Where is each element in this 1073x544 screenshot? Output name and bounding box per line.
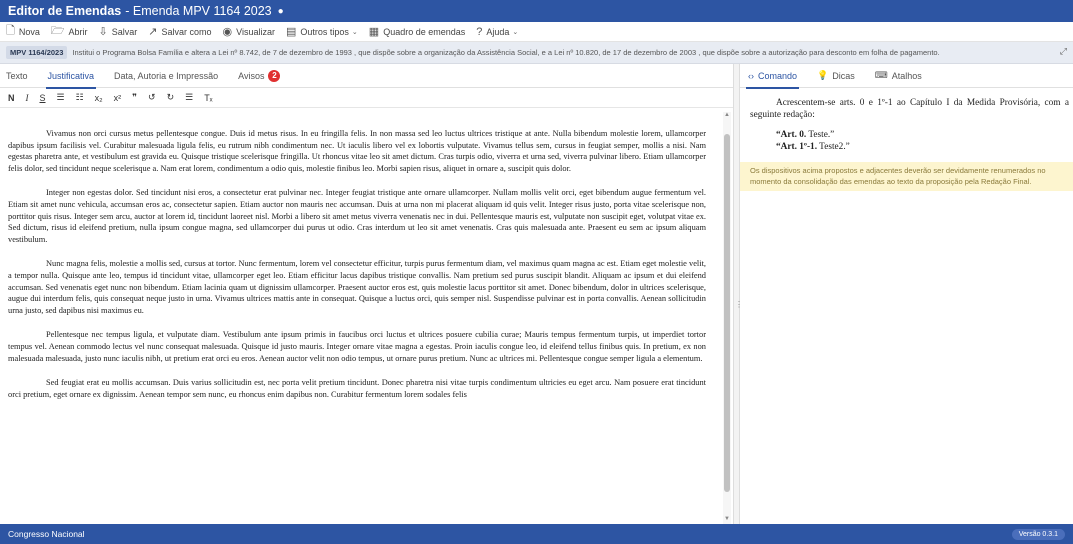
toolbar-item-label: Ajuda xyxy=(486,26,510,37)
eye-icon: ◉ xyxy=(222,26,233,38)
toolbar-item-label: Salvar xyxy=(111,26,138,37)
list-icon: ▤ xyxy=(285,26,297,38)
tab-justificativa[interactable]: Justificativa xyxy=(45,64,96,89)
tab-data[interactable]: Data, Autoria e Impressão xyxy=(114,64,218,88)
command-preview: Acrescentem-se arts. 0 e 1º-1 ao Capítul… xyxy=(740,88,1073,153)
undo-icon[interactable]: ↺ xyxy=(148,92,156,103)
command-article-0: “Art. 0. Teste.” xyxy=(776,130,1069,142)
bold-icon[interactable]: N xyxy=(8,93,15,103)
quote-icon[interactable]: ❞ xyxy=(132,92,137,103)
editor-paragraph[interactable]: Nunc magna felis, molestie a mollis sed,… xyxy=(8,258,706,317)
scroll-up-icon[interactable]: ▲ xyxy=(724,112,730,118)
version-badge: Versão 0.3.1 xyxy=(1011,528,1065,540)
superscript-icon[interactable]: x² xyxy=(114,93,122,103)
table-icon: ▦ xyxy=(368,26,380,38)
warnings-count-badge: 2 xyxy=(268,69,281,82)
editor-paragraph[interactable]: Pellentesque nec tempus ligula, et vulpu… xyxy=(8,329,706,364)
tab-label: Data, Autoria e Impressão xyxy=(114,70,219,81)
toolbar-visualizar-button[interactable]: ◉ Visualizar xyxy=(223,25,275,38)
tab-label: Avisos xyxy=(238,70,265,81)
numbered-list-icon[interactable]: ☷ xyxy=(76,92,84,103)
scroll-down-icon[interactable]: ▼ xyxy=(724,516,730,522)
toolbar-ajuda-button[interactable]: ? Ajuda ⌄ xyxy=(476,26,518,38)
article-1-text: Teste2.” xyxy=(817,141,850,152)
chevron-down-icon: ⌄ xyxy=(351,28,358,36)
save-icon: ⇩ xyxy=(98,26,108,38)
status-bar: Congresso Nacional Versão 0.3.1 xyxy=(0,524,1073,544)
bullet-list-icon[interactable]: ☰ xyxy=(57,92,65,103)
editor-paragraph[interactable]: Sed feugiat erat eu mollis accumsan. Dui… xyxy=(8,377,706,400)
scrollbar-thumb[interactable] xyxy=(724,134,730,492)
tab-label: Comando xyxy=(758,70,798,81)
tab-label: Atalhos xyxy=(891,70,922,81)
side-panel: ‹› Comando 💡 Dicas ⌨ Atalhos Acrescentem-se a… xyxy=(740,64,1073,524)
chevron-down-icon: ⌄ xyxy=(512,28,519,36)
document-title: - Emenda MPV 1164 2023 xyxy=(125,4,272,18)
lightbulb-icon: 💡 xyxy=(817,70,829,80)
editor-paragraph[interactable]: Vivamus non orci cursus metus pellentesq… xyxy=(8,128,706,175)
expand-icon[interactable]: ⤢ xyxy=(1060,46,1067,57)
main-toolbar: 🗋 Nova 🗁 Abrir ⇩ Salvar ↗ Salvar como ◉ Visualiza… xyxy=(0,22,1073,42)
code-icon: ‹› xyxy=(748,70,754,81)
editor-content[interactable]: Vivamus non orci cursus metus pellentesq… xyxy=(0,110,722,400)
toolbar-item-label: Abrir xyxy=(68,26,88,37)
toolbar-salvar-button[interactable]: ⇩ Salvar xyxy=(99,25,138,38)
editor-scrollbar[interactable]: ▲ ▼ xyxy=(723,112,731,524)
toolbar-quadro-de-emendas-button[interactable]: ▦ Quadro de emendas xyxy=(369,25,465,38)
panel-splitter[interactable]: ⋮ xyxy=(733,64,743,524)
tab-avisos[interactable]: Avisos 2 xyxy=(238,64,281,88)
tab-label: Justificativa xyxy=(47,70,95,81)
toolbar-nova-button[interactable]: 🗋 Nova xyxy=(6,22,40,41)
tab-atalhos[interactable]: ⌨ Atalhos xyxy=(875,64,922,88)
title-bar: Editor de Emendas - Emenda MPV 1164 2023… xyxy=(0,0,1073,22)
editor-panel: Texto Justificativa Data, Autoria e Impres… xyxy=(0,64,733,524)
proposition-summary: Institui o Programa Bolsa Família e alte… xyxy=(72,48,940,57)
tab-comando[interactable]: ‹› Comando xyxy=(745,64,800,89)
toolbar-item-label: Nova xyxy=(18,26,40,37)
command-article-1: “Art. 1º-1. Teste2.” xyxy=(776,142,1069,154)
toolbar-salvar-como-button[interactable]: ↗ Salvar como xyxy=(148,25,211,38)
app-title: Editor de Emendas xyxy=(8,4,122,18)
article-0-label: “Art. 0. xyxy=(776,130,807,140)
editor-paragraph[interactable]: Integer non egestas dolor. Sed tincidunt… xyxy=(8,187,706,246)
format-toolbar: N I S ☰ ☷ x₂ x² ❞ ↺ ↻ ☰ Tₓ xyxy=(0,88,733,108)
clear-format-icon[interactable]: Tₓ xyxy=(204,93,212,103)
status-org-name: Congresso Nacional xyxy=(8,529,85,539)
italic-icon[interactable]: I xyxy=(26,93,29,103)
tab-texto[interactable]: Texto xyxy=(6,64,28,88)
keyboard-icon: ⌨ xyxy=(874,70,888,80)
tab-label: Dicas xyxy=(832,70,855,81)
new-file-icon: 🗋 xyxy=(6,25,15,37)
main-area: Texto Justificativa Data, Autoria e Impres… xyxy=(0,64,1073,524)
toolbar-item-label: Visualizar xyxy=(236,26,275,37)
renumbering-note: Os dispositivos acima propostos e adjace… xyxy=(740,162,1073,191)
command-intro: Acrescentem-se arts. 0 e 1º-1 ao Capítul… xyxy=(750,98,1069,120)
align-icon[interactable]: ☰ xyxy=(185,92,193,103)
subscript-icon[interactable]: x₂ xyxy=(95,93,103,103)
article-0-text: Teste.” xyxy=(806,130,835,140)
unsaved-indicator: ● xyxy=(277,5,284,17)
proposition-info-bar: MPV 1164/2023 Institui o Programa Bolsa … xyxy=(0,42,1073,64)
folder-open-icon: 🗁 xyxy=(50,25,65,37)
toolbar-item-label: Salvar como xyxy=(161,26,212,37)
editor-tabs: Texto Justificativa Data, Autoria e Impres… xyxy=(0,64,733,89)
side-panel-tabs: ‹› Comando 💡 Dicas ⌨ Atalhos xyxy=(740,64,1073,89)
toolbar-outros-tipos-button[interactable]: ▤ Outros tipos ⌄ xyxy=(286,25,358,38)
proposition-badge: MPV 1164/2023 xyxy=(6,46,68,59)
toolbar-item-label: Outros tipos xyxy=(300,26,349,37)
justification-editor[interactable]: Vivamus non orci cursus metus pellentesq… xyxy=(0,110,733,524)
toolbar-abrir-button[interactable]: 🗁 Abrir xyxy=(51,22,88,41)
tab-label: Texto xyxy=(6,70,28,81)
save-as-icon: ↗ xyxy=(148,26,158,38)
article-1-label: “Art. 1º-1. xyxy=(776,141,818,152)
redo-icon[interactable]: ↻ xyxy=(167,92,175,103)
underline-icon[interactable]: S xyxy=(40,93,46,103)
tab-dicas[interactable]: 💡 Dicas xyxy=(817,64,855,88)
toolbar-item-label: Quadro de emendas xyxy=(383,26,466,37)
help-icon: ? xyxy=(476,25,483,38)
